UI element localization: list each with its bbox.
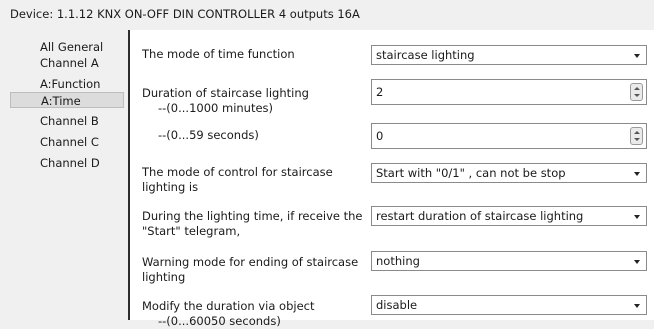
duration-minutes-input[interactable]: 2 — [371, 79, 647, 105]
time-mode-value: staircase lighting — [376, 48, 475, 62]
warning-mode-label-line2: lighting — [142, 270, 186, 284]
modify-duration-label: Modify the duration via object --(0...60… — [142, 299, 364, 329]
duration-minutes-label-line1: Duration of staircase lighting — [142, 86, 309, 100]
control-mode-value: Start with "0/1" , can not be stop — [376, 166, 566, 180]
time-mode-label: The mode of time function — [142, 47, 295, 61]
modify-duration-range: --(0...60050 seconds) — [158, 314, 281, 328]
duration-minutes-range: --(0...1000 minutes) — [158, 101, 274, 115]
control-mode-select[interactable]: Start with "0/1" , can not be stop — [371, 163, 647, 183]
spin-up-icon[interactable] — [634, 131, 640, 134]
spin-down-icon[interactable] — [634, 138, 640, 141]
nav-item-channel-c[interactable]: Channel C — [10, 134, 124, 150]
nav-item-all-general[interactable]: All General — [10, 39, 124, 55]
control-mode-label-line2: lighting is — [142, 180, 199, 194]
modify-duration-label-line1: Modify the duration via object — [142, 299, 315, 313]
warning-mode-label: Warning mode for ending of staircase lig… — [142, 255, 364, 285]
receive-start-label-line2: "Start" telegram, — [142, 224, 241, 238]
modify-duration-select[interactable]: disable — [371, 295, 647, 315]
control-mode-label-line1: The mode of control for staircase — [142, 165, 333, 179]
duration-seconds-spinner[interactable] — [630, 127, 643, 145]
time-mode-select[interactable]: staircase lighting — [371, 45, 647, 65]
receive-start-label-line1: During the lighting time, if receive the — [142, 209, 363, 223]
duration-minutes-value: 2 — [376, 85, 384, 99]
duration-seconds-value: 0 — [376, 129, 384, 143]
receive-start-select[interactable]: restart duration of staircase lighting — [371, 206, 647, 226]
parameter-panel: The mode of time function staircase ligh… — [130, 30, 654, 328]
spin-down-icon[interactable] — [634, 94, 640, 97]
modify-duration-value: disable — [376, 298, 418, 312]
warning-mode-select[interactable]: nothing — [371, 251, 647, 271]
nav-item-a-function[interactable]: A:Function — [10, 76, 124, 92]
warning-mode-label-line1: Warning mode for ending of staircase — [142, 255, 359, 269]
spin-up-icon[interactable] — [634, 87, 640, 90]
nav-item-channel-b[interactable]: Channel B — [10, 113, 124, 129]
receive-start-value: restart duration of staircase lighting — [376, 209, 584, 223]
nav-item-channel-d[interactable]: Channel D — [10, 155, 124, 171]
receive-start-label: During the lighting time, if receive the… — [142, 209, 364, 239]
nav-item-a-time[interactable]: A:Time — [10, 92, 124, 108]
nav-item-channel-a[interactable]: Channel A — [10, 55, 124, 71]
channel-nav: All General Channel A A:Function A:Time … — [0, 30, 128, 320]
control-mode-label: The mode of control for staircase lighti… — [142, 165, 364, 195]
duration-seconds-label: --(0...59 seconds) — [158, 128, 259, 142]
duration-minutes-label: Duration of staircase lighting --(0...10… — [142, 86, 364, 116]
warning-mode-value: nothing — [376, 254, 420, 268]
duration-minutes-spinner[interactable] — [630, 83, 643, 101]
duration-seconds-input[interactable]: 0 — [371, 123, 647, 149]
window-title: Device: 1.1.12 KNX ON-OFF DIN CONTROLLER… — [0, 0, 654, 30]
